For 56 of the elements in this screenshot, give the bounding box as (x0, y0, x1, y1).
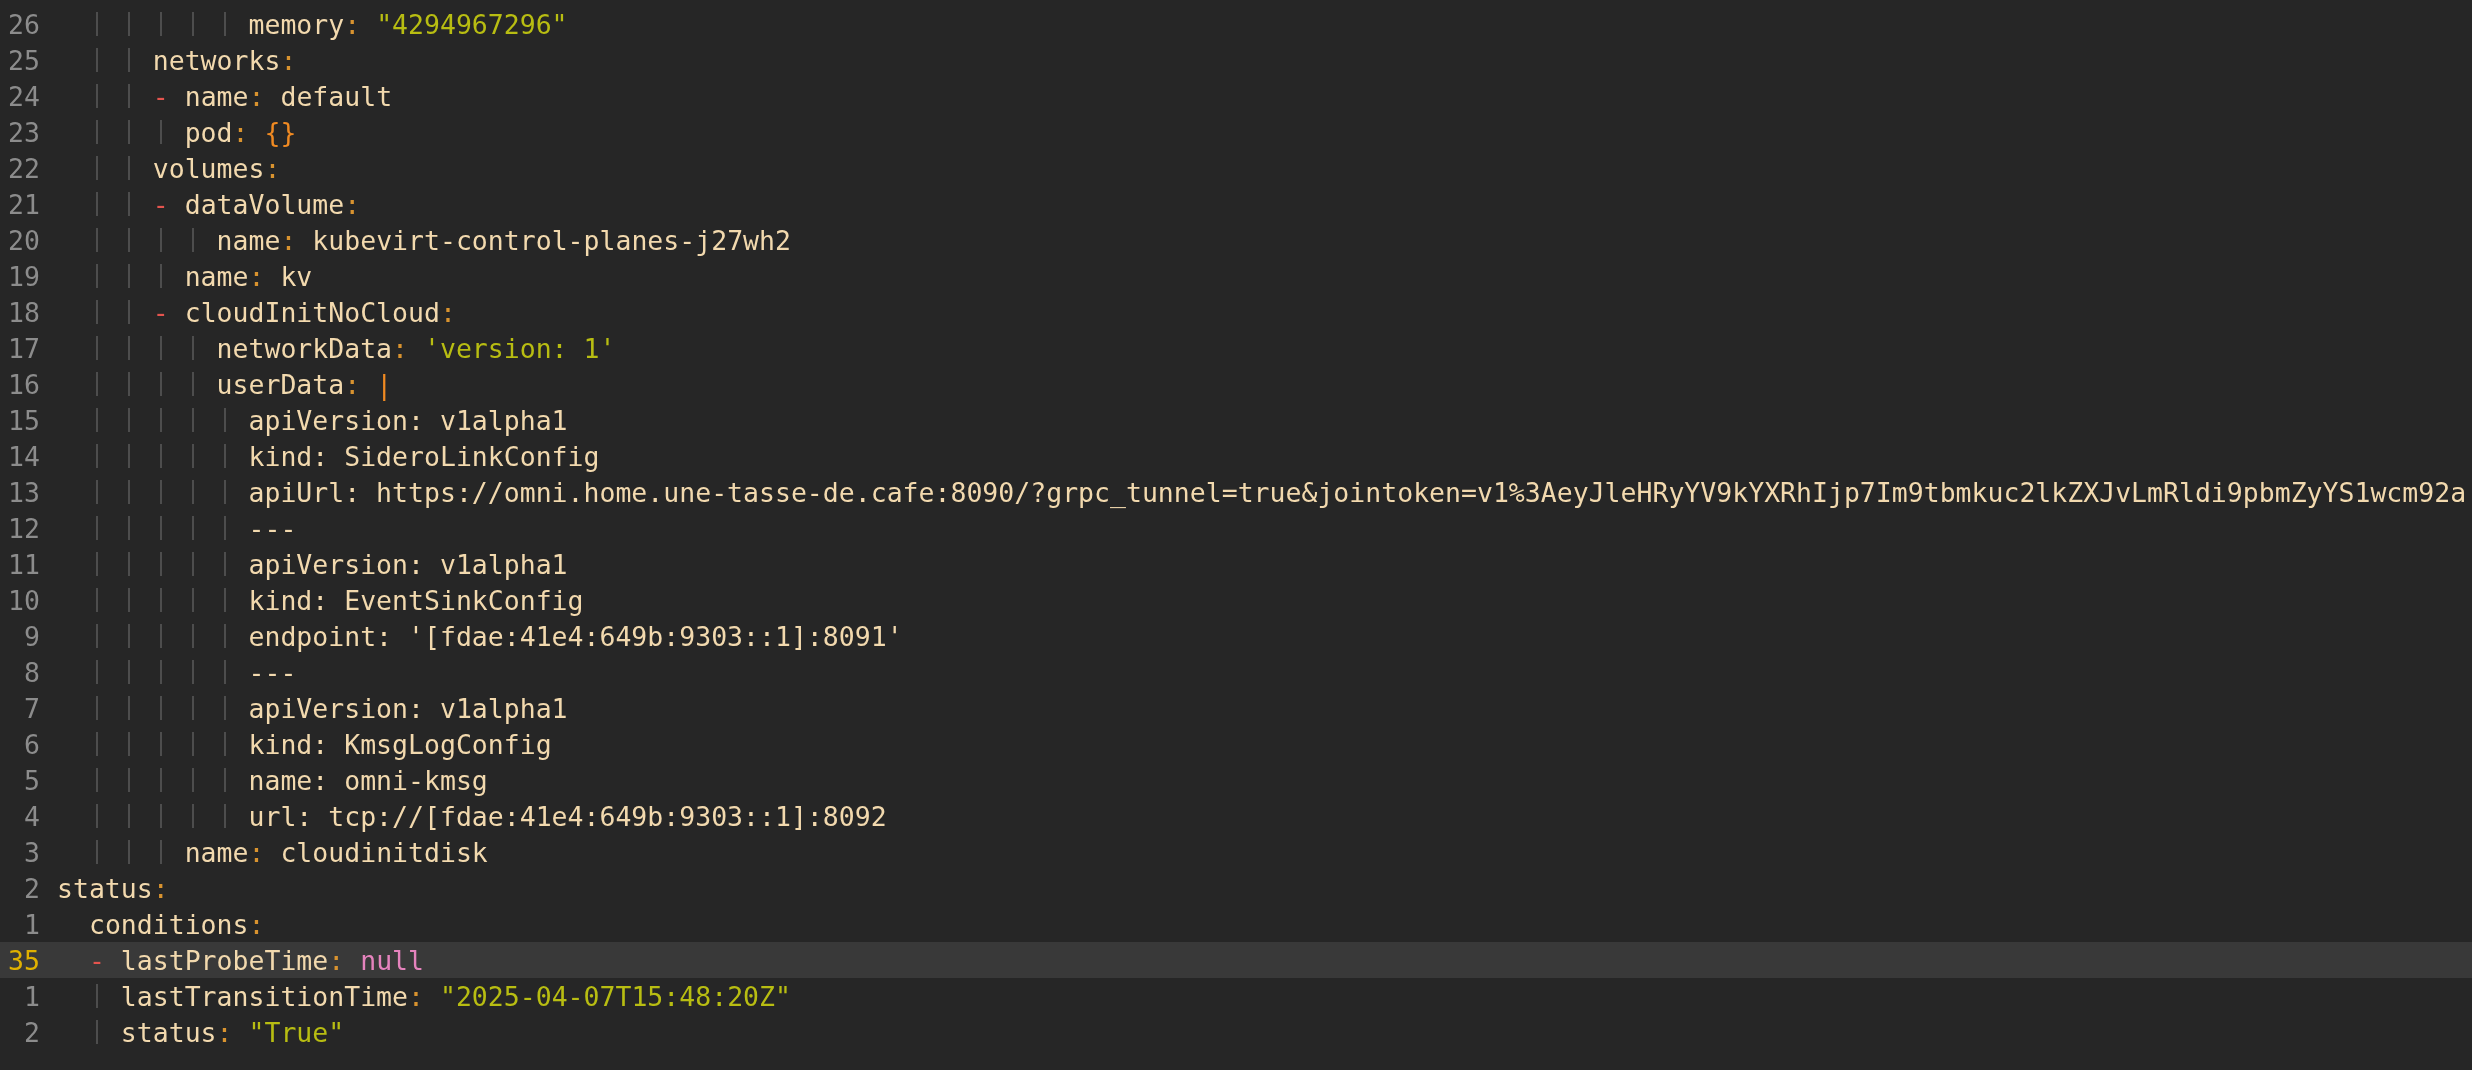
code-line: name: kubevirt-control-planes-j27wh2 (57, 224, 791, 256)
line-number: 4 (23, 800, 40, 832)
line-number: 14 (7, 440, 40, 472)
code-line: networks: (57, 44, 297, 76)
code-line: kind: EventSinkConfig (57, 584, 584, 616)
code-line: pod: {} (57, 116, 297, 148)
line-number: 2 (23, 1016, 40, 1048)
line-number: 11 (7, 548, 40, 580)
line-number: 5 (23, 764, 40, 796)
code-line: url: tcp://[fdae:41e4:649b:9303::1]:8092 (57, 800, 887, 832)
line-number: 19 (7, 260, 40, 292)
line-number: 35 (7, 944, 40, 976)
code-line: status: (57, 872, 169, 904)
code-line: apiVersion: v1alpha1 (57, 692, 568, 724)
code-line: networkData: 'version: 1' (57, 332, 616, 364)
code-line: apiUrl: https://omni.home.une-tasse-de.cafe:8090/?grpc_tunnel=true&jointoken=v1%3AeyJleHRyYV9kYXRhIjp7Im9tbmkuc2lkZXJvLmRldi9pbmZyYS1wcm92a (57, 476, 2467, 508)
code-line: kind: KmsgLogConfig (57, 728, 552, 760)
code-line: endpoint: '[fdae:41e4:649b:9303::1]:8091' (57, 620, 903, 652)
line-number: 23 (7, 116, 40, 148)
code-line: userData: | (57, 368, 393, 400)
line-number: 24 (7, 80, 40, 112)
line-number: 13 (7, 476, 40, 508)
line-number: 21 (7, 188, 40, 220)
line-number: 15 (7, 404, 40, 436)
line-number: 7 (23, 692, 40, 724)
code-line: status: "True" (57, 1016, 345, 1048)
line-number: 9 (23, 620, 40, 652)
code-line: - dataVolume: (57, 188, 361, 220)
line-number: 2 (23, 872, 40, 904)
line-number: 1 (23, 980, 40, 1012)
line-number: 25 (7, 44, 40, 76)
line-number: 17 (7, 332, 40, 364)
line-number: 6 (23, 728, 40, 760)
code-line: - name: default (57, 80, 393, 112)
line-number: 16 (7, 368, 40, 400)
code-line: name: kv (57, 260, 313, 292)
line-number: 12 (7, 512, 40, 544)
code-line: name: cloudinitdisk (57, 836, 488, 868)
code-line: lastTransitionTime: "2025-04-07T15:48:20Z" (57, 980, 791, 1012)
code-line: conditions: (87, 908, 265, 940)
code-line: - lastProbeTime: null (87, 944, 424, 976)
line-number: 1 (23, 908, 40, 940)
line-number: 10 (7, 584, 40, 616)
code-line: memory: "4294967296" (57, 8, 568, 40)
code-line: apiVersion: v1alpha1 (57, 404, 568, 436)
code-line: volumes: (57, 152, 281, 184)
line-number: 20 (7, 224, 40, 256)
code-line: name: omni-kmsg (57, 764, 488, 796)
line-number: 18 (7, 296, 40, 328)
code-line: - cloudInitNoCloud: (57, 296, 456, 328)
line-number: 3 (23, 836, 40, 868)
code-line: apiVersion: v1alpha1 (57, 548, 568, 580)
line-number: 26 (7, 8, 40, 40)
line-number: 22 (7, 152, 40, 184)
code-line: kind: SideroLinkConfig (57, 440, 600, 472)
line-number: 8 (23, 656, 40, 688)
